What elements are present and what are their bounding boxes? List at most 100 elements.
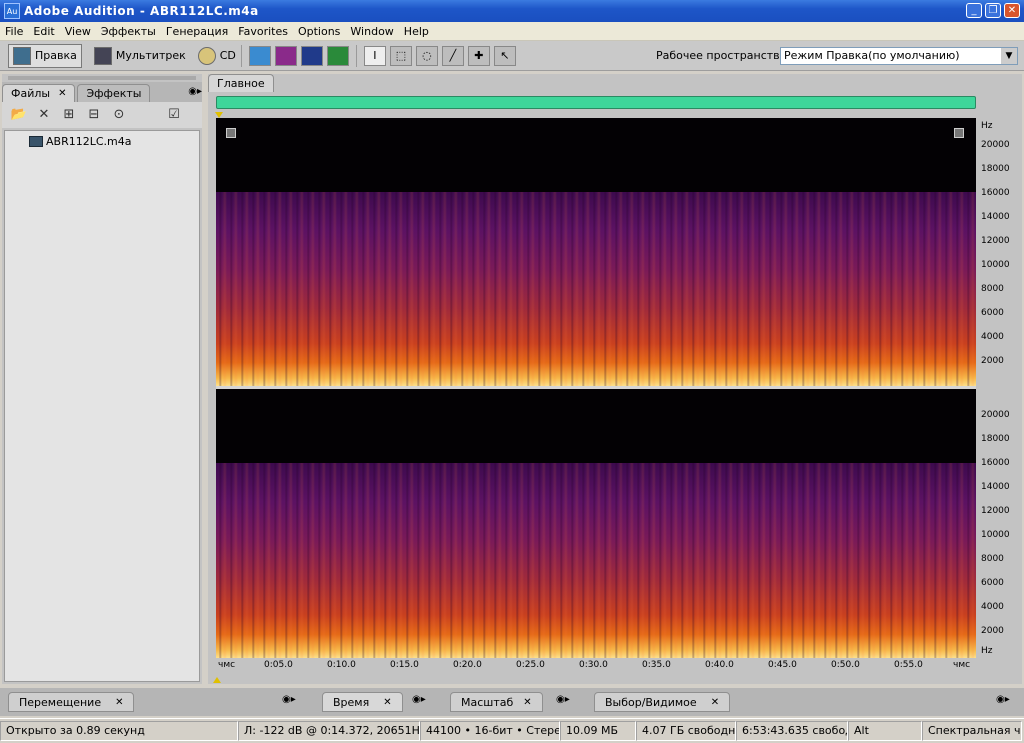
multitrack-view-label: Мультитрек <box>115 49 186 62</box>
file-tools: 📂 ✕ ⊞ ⊟ ⊙ ☑ <box>2 102 202 128</box>
time-selection-tool-icon[interactable]: I <box>363 45 386 66</box>
spectrogram-display[interactable] <box>216 118 976 658</box>
workspace-value: Режим Правка(по умолчанию) <box>784 49 960 62</box>
file-name: ABR112LC.m4a <box>46 134 132 148</box>
menu-help[interactable]: Help <box>399 25 434 38</box>
left-panel-tabs: Файлы ✕ Эффекты ◉▸ <box>2 82 202 102</box>
tab-effects-label: Эффекты <box>86 87 142 100</box>
close-button[interactable]: ✕ <box>1004 3 1020 18</box>
frequency-axis: Hz 20000 18000 16000 14000 12000 10000 8… <box>976 118 1022 658</box>
chevron-down-icon[interactable]: ▼ <box>1001 48 1017 64</box>
freq-label: Hz <box>981 646 993 656</box>
panel-menu-icon[interactable]: ◉▸ <box>172 86 202 102</box>
spectrum-cutoff-region <box>216 118 976 192</box>
freq-label: 2000 <box>981 356 1004 366</box>
status-modifier: Alt <box>848 721 922 741</box>
tab-zoom[interactable]: Масштаб ✕ <box>450 692 543 712</box>
freq-label: 18000 <box>981 164 1010 174</box>
freq-label: 6000 <box>981 578 1004 588</box>
marquee-tool-icon[interactable]: ⬚ <box>389 45 412 66</box>
tab-effects[interactable]: Эффекты <box>77 84 151 102</box>
time-label: 0:20.0 <box>453 660 482 670</box>
menu-file[interactable]: File <box>0 25 28 38</box>
time-label: 0:40.0 <box>705 660 734 670</box>
spectrum-transients <box>216 192 976 386</box>
maximize-button[interactable]: ❐ <box>985 3 1001 18</box>
panel-menu-icon[interactable]: ◉▸ <box>282 694 296 705</box>
tab-transport[interactable]: Перемещение ✕ <box>8 692 135 712</box>
workspace-label: Рабочее пространство: <box>656 49 791 62</box>
menu-effects[interactable]: Эффекты <box>96 25 161 38</box>
cd-view-button[interactable]: CD <box>197 46 236 65</box>
corner-handle-icon[interactable] <box>954 128 964 138</box>
overview-scrollbar[interactable] <box>216 96 976 109</box>
insert-cd-icon[interactable]: ⊟ <box>85 107 103 123</box>
panel-menu-icon[interactable]: ◉▸ <box>412 694 426 705</box>
menu-view[interactable]: View <box>60 25 96 38</box>
edit-file-icon[interactable]: ⊙ <box>110 107 128 123</box>
freq-label: 20000 <box>981 410 1010 420</box>
edit-view-button[interactable]: Правка <box>8 43 82 68</box>
panel-grip[interactable] <box>8 76 196 80</box>
spectral-phase-icon[interactable] <box>326 45 349 66</box>
status-file-size: 10.09 МБ <box>560 721 636 741</box>
panel-menu-icon[interactable]: ◉▸ <box>556 694 570 705</box>
close-icon[interactable]: ✕ <box>58 88 66 99</box>
workspace-select[interactable]: Режим Правка(по умолчанию) ▼ <box>780 47 1018 65</box>
close-icon[interactable]: ✕ <box>711 697 719 708</box>
spot-healing-tool-icon[interactable]: ✚ <box>467 45 490 66</box>
menu-favorites[interactable]: Favorites <box>233 25 293 38</box>
left-channel-spectrogram[interactable] <box>216 118 976 386</box>
main-tabs: Главное <box>208 74 1022 92</box>
close-icon[interactable]: ✕ <box>115 697 123 708</box>
time-label: чмс <box>953 660 971 670</box>
tab-transport-label: Перемещение <box>19 695 102 709</box>
brush-tool-icon[interactable]: ╱ <box>441 45 464 66</box>
lasso-tool-icon[interactable]: ◌ <box>415 45 438 66</box>
multitrack-view-button[interactable]: Мультитрек <box>93 46 186 65</box>
time-label: 0:05.0 <box>264 660 293 670</box>
close-file-icon[interactable]: ✕ <box>35 107 53 123</box>
status-format: 44100 • 16-бит • Стерео <box>420 721 560 741</box>
menu-window[interactable]: Window <box>345 25 398 38</box>
menu-bar: File Edit View Эффекты Генерация Favorit… <box>0 22 1024 41</box>
status-view-mode: Спектральная час <box>922 721 1022 741</box>
time-label: 0:25.0 <box>516 660 545 670</box>
spectrum-cutoff-region <box>216 389 976 463</box>
waveform-display-icon[interactable] <box>248 45 271 66</box>
tab-selection-view[interactable]: Выбор/Видимое ✕ <box>594 692 731 712</box>
tab-files[interactable]: Файлы ✕ <box>2 84 76 102</box>
spectral-display-icon[interactable] <box>274 45 297 66</box>
freq-label: 16000 <box>981 188 1010 198</box>
status-bar: Открыто за 0.89 секунд Л: -122 dB @ 0:14… <box>0 718 1024 743</box>
files-panel: Файлы ✕ Эффекты ◉▸ 📂 ✕ ⊞ ⊟ ⊙ ☑ ABR112LC.… <box>2 74 202 684</box>
tab-main[interactable]: Главное <box>208 74 274 92</box>
list-item[interactable]: ABR112LC.m4a <box>29 134 131 148</box>
insert-multitrack-icon[interactable]: ⊞ <box>60 107 78 123</box>
corner-handle-icon[interactable] <box>226 128 236 138</box>
minimize-button[interactable]: _ <box>966 3 982 18</box>
open-file-icon[interactable]: 📂 <box>10 107 28 123</box>
tab-time[interactable]: Время ✕ <box>322 692 403 712</box>
time-label: 0:10.0 <box>327 660 356 670</box>
audio-file-icon <box>29 135 43 147</box>
freq-label: 8000 <box>981 284 1004 294</box>
time-axis[interactable]: чмс 0:05.0 0:10.0 0:15.0 0:20.0 0:25.0 0… <box>216 658 976 678</box>
close-icon[interactable]: ✕ <box>383 697 391 708</box>
right-channel-spectrogram[interactable] <box>216 389 976 658</box>
spectrum-transients <box>216 463 976 658</box>
playhead-end-marker[interactable] <box>213 677 221 683</box>
freq-label: 4000 <box>981 602 1004 612</box>
cd-view-label: CD <box>219 49 236 62</box>
close-icon[interactable]: ✕ <box>523 697 531 708</box>
menu-generate[interactable]: Генерация <box>161 25 233 38</box>
menu-edit[interactable]: Edit <box>28 25 59 38</box>
hybrid-tool-icon[interactable]: ↖ <box>493 45 516 66</box>
menu-options[interactable]: Options <box>293 25 345 38</box>
spectral-pan-icon[interactable] <box>300 45 323 66</box>
toolbar-divider <box>355 44 357 67</box>
auto-play-icon[interactable]: ☑ <box>165 107 183 123</box>
panel-menu-icon[interactable]: ◉▸ <box>996 694 1010 705</box>
freq-label: Hz <box>981 121 993 131</box>
time-label: 0:35.0 <box>642 660 671 670</box>
